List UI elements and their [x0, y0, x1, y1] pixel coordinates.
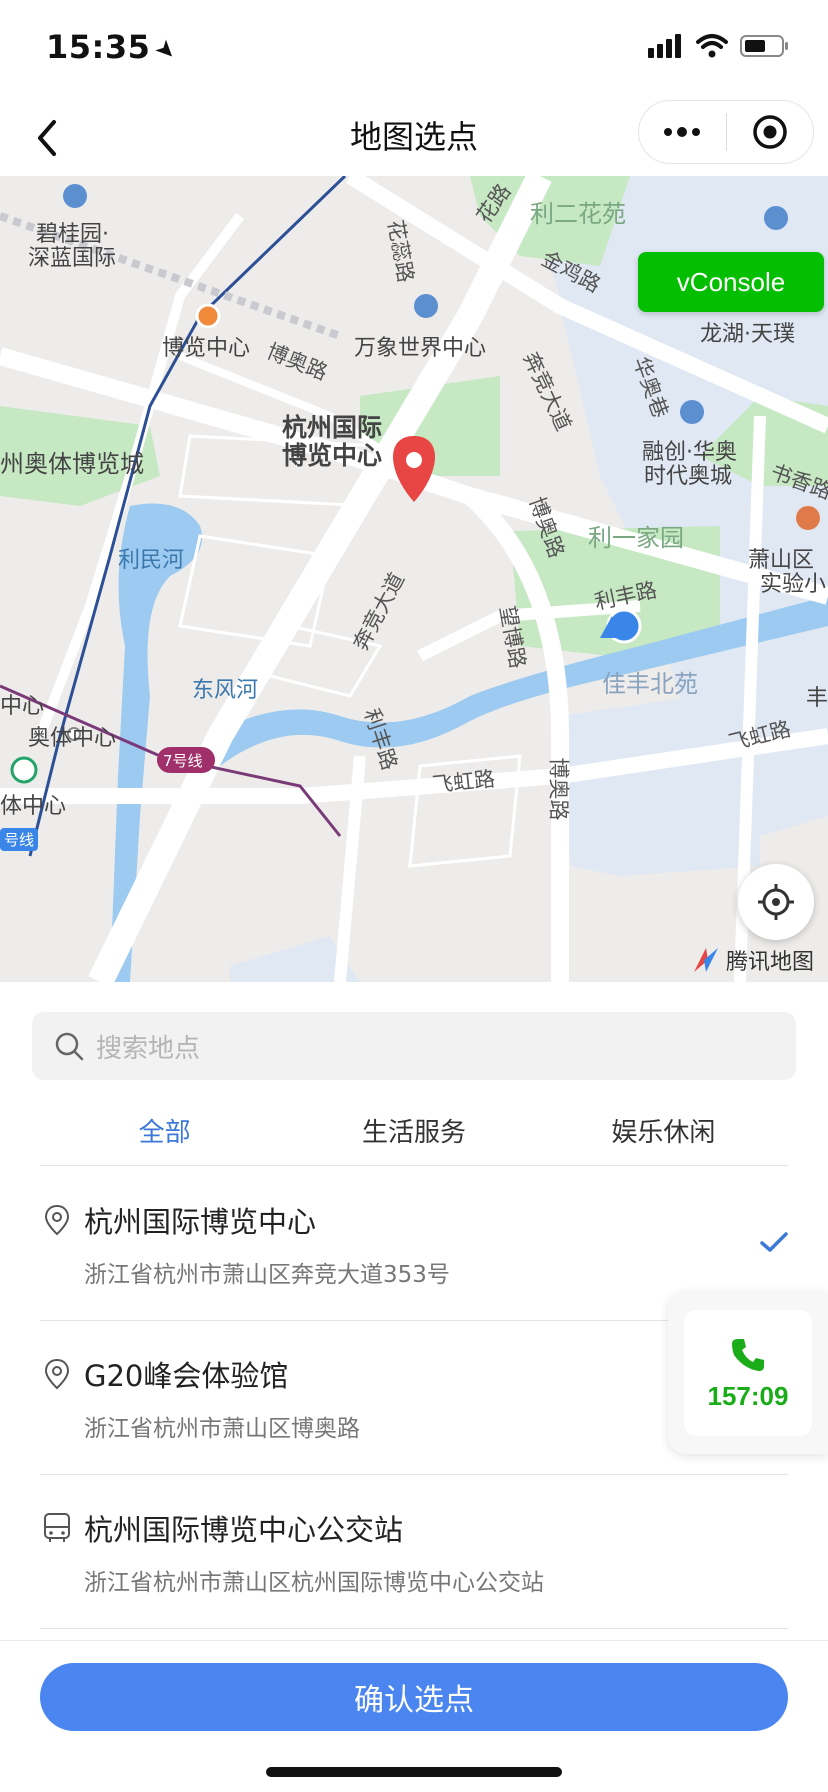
result-name: 杭州国际博览中心: [84, 1205, 317, 1239]
map-label-25: 东风河: [192, 678, 259, 703]
tab-all[interactable]: 全部: [40, 1104, 289, 1165]
map-label-24: 佳丰北苑: [602, 670, 698, 698]
map-label-11: 博览中心: [282, 441, 383, 470]
wifi-icon: [696, 34, 728, 58]
map-label-1: 利二花苑: [530, 200, 626, 228]
menu-capsule: [638, 100, 814, 164]
map-view[interactable]: 利二花苑 碧桂园· 深蓝国际 金鸡路 龙湖·天璞 博览中心 万象世界中心 博奥路…: [0, 176, 828, 982]
more-icon: [664, 127, 701, 137]
close-miniprogram-button[interactable]: [727, 100, 814, 164]
result-address: 浙江省杭州市萧山区奔竞大道353号: [84, 1262, 450, 1288]
list-item[interactable]: 杭州国际博览中心公交站 浙江省杭州市萧山区杭州国际博览中心公交站: [40, 1475, 788, 1629]
search-placeholder: 搜索地点: [96, 1033, 201, 1064]
status-time: 15:35➤: [46, 28, 184, 67]
checkmark-icon: [760, 1231, 788, 1257]
map-brand: 腾讯地图: [692, 944, 814, 976]
metro-line-badge: 7号线: [163, 752, 203, 770]
result-address: 浙江省杭州市萧山区杭州国际博览中心公交站: [84, 1570, 544, 1596]
home-indicator: [266, 1767, 562, 1777]
locate-icon: [758, 884, 794, 920]
category-tabs: 全部 生活服务 娱乐休闲: [40, 1104, 788, 1166]
search-icon: [54, 1031, 84, 1061]
map-label-36: 号线: [0, 828, 39, 851]
location-pin-icon: [42, 1203, 72, 1237]
result-name: G20峰会体验馆: [84, 1359, 289, 1393]
result-address: 浙江省杭州市萧山区博奥路: [84, 1416, 360, 1442]
confirm-button[interactable]: 确认选点: [40, 1663, 788, 1731]
voice-call-card: 157:09: [684, 1310, 812, 1436]
vconsole-button[interactable]: vConsole: [638, 252, 824, 312]
map-label-26: 奥体中心: [28, 726, 117, 751]
map-label-32: 中心: [0, 694, 45, 719]
locate-button[interactable]: [738, 864, 814, 940]
map-label-13: 时代奥城: [644, 464, 733, 489]
map-label-7: 万象世界中心: [354, 336, 487, 361]
tencent-map-logo-icon: [693, 948, 718, 972]
map-label-34: 丰: [806, 686, 828, 711]
map-label-5: 龙湖·天璞: [700, 322, 795, 347]
map-label-29: 博奥路: [546, 757, 571, 821]
map-label-14: 州奥体博览城: [0, 450, 144, 478]
call-duration: 157:09: [707, 1380, 789, 1411]
map-label-10: 杭州国际: [282, 413, 383, 442]
location-arrow-icon: ➤: [149, 32, 184, 68]
phone-icon: [732, 1338, 764, 1371]
battery-icon: [740, 35, 788, 57]
more-button[interactable]: [639, 100, 726, 164]
bottom-bar: 确认选点: [0, 1640, 828, 1792]
result-name: 杭州国际博览中心公交站: [84, 1513, 404, 1547]
voice-call-float[interactable]: 157:09: [668, 1292, 828, 1454]
map-label-6: 博览中心: [162, 336, 251, 361]
nav-bar: 地图选点: [0, 100, 828, 176]
map-label-17: 利一家园: [588, 524, 684, 552]
status-icons: [648, 34, 790, 58]
target-icon: [753, 115, 787, 149]
map-label-19: 实验小: [760, 572, 827, 597]
tab-life-services[interactable]: 生活服务: [289, 1104, 538, 1165]
map-label-16: 利民河: [118, 548, 185, 573]
map-label-3: 深蓝国际: [28, 246, 117, 271]
map-label-31: 体中心: [0, 794, 67, 819]
tab-entertainment[interactable]: 娱乐休闲: [539, 1104, 788, 1165]
bus-icon: [42, 1511, 72, 1545]
signal-icon: [648, 34, 681, 58]
status-bar: 15:35➤: [0, 0, 828, 100]
status-time-text: 15:35: [46, 28, 151, 66]
search-input[interactable]: 搜索地点: [32, 1012, 796, 1080]
map-brand-text: 腾讯地图: [725, 950, 814, 975]
location-pin-icon: [42, 1357, 72, 1391]
